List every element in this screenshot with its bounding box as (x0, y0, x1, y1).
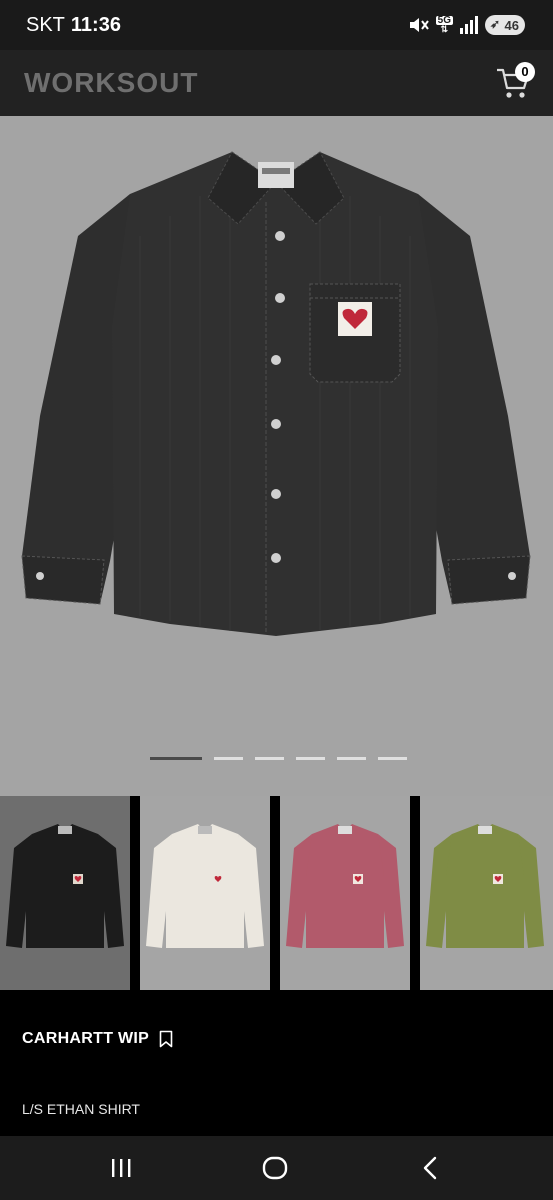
variant-thumb-pink[interactable] (280, 796, 410, 990)
product-name: L/S ETHAN SHIRT (22, 1101, 140, 1117)
home-button[interactable] (260, 1154, 290, 1182)
variant-photo (6, 824, 124, 948)
pager-dot[interactable] (214, 757, 243, 760)
product-info: CARHARTT WIP L/S ETHAN SHIRT (0, 990, 553, 1136)
product-photo (21, 151, 531, 636)
status-icons: 5G ⇅ ➶ 46 (408, 14, 525, 36)
back-button[interactable] (416, 1154, 446, 1182)
pager-dot[interactable] (378, 757, 407, 760)
status-bar: SKT 11:36 5G ⇅ ➶ 46 (0, 0, 553, 50)
variant-photo (286, 824, 404, 948)
battery-level: 46 (504, 17, 519, 33)
signal-icon (459, 14, 479, 36)
network-5g-icon: 5G ⇅ (435, 15, 453, 34)
variant-thumb-olive[interactable] (420, 796, 553, 990)
bookmark-icon[interactable] (159, 1030, 173, 1048)
variant-thumb-off-white[interactable] (140, 796, 270, 990)
carrier-label: SKT (26, 14, 65, 36)
pager-dot-active[interactable] (150, 757, 202, 760)
pager-dot[interactable] (296, 757, 325, 760)
brand-row: CARHARTT WIP (22, 1030, 173, 1048)
carousel-pager (150, 757, 407, 760)
home-icon (262, 1156, 288, 1180)
battery-icon: ➶ 46 (485, 15, 525, 35)
product-image-carousel[interactable] (0, 116, 553, 796)
variant-photo (426, 824, 544, 948)
recent-apps-icon (112, 1159, 131, 1177)
product-brand[interactable]: CARHARTT WIP (22, 1030, 149, 1048)
color-variant-list (0, 796, 553, 990)
variant-thumb-black[interactable] (0, 796, 130, 990)
system-nav-bar (0, 1136, 553, 1200)
cart-button[interactable]: 0 (495, 62, 535, 102)
variant-photo (146, 824, 264, 948)
app-header: WORKSOUT 0 (0, 50, 553, 116)
back-icon (423, 1156, 437, 1180)
status-left: SKT 11:36 (26, 14, 121, 37)
pager-dot[interactable] (255, 757, 284, 760)
clock: 11:36 (70, 14, 121, 36)
cart-count-badge: 0 (515, 62, 535, 82)
recent-apps-button[interactable] (106, 1154, 136, 1182)
mute-icon (408, 14, 430, 36)
pager-dot[interactable] (337, 757, 366, 760)
store-logo[interactable]: WORKSOUT (24, 67, 198, 99)
